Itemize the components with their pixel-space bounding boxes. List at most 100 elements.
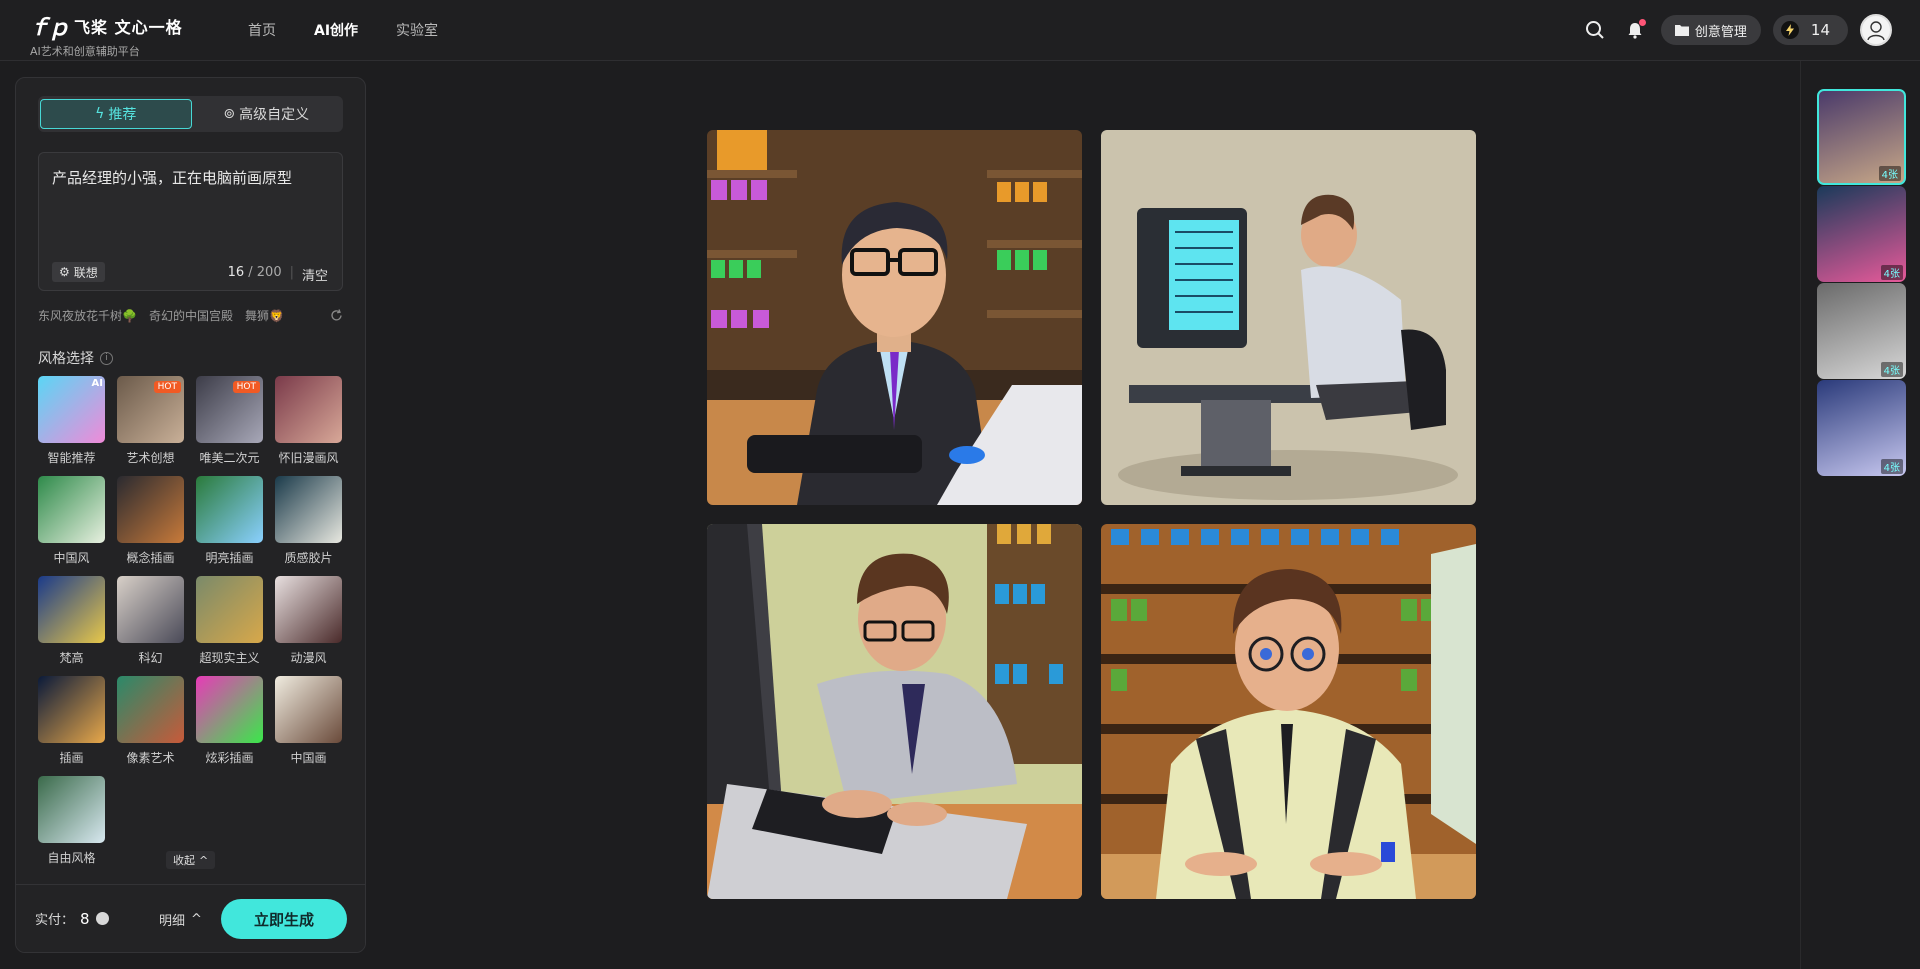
style-thumbnail: HOT [117,376,184,443]
style-option-bright[interactable]: 明亮插画 [196,476,263,566]
style-option-film[interactable]: 质感胶片 [275,476,342,566]
tab-recommend[interactable]: ϟ 推荐 [40,99,192,129]
sparkle-icon: ⚙ [59,265,70,279]
style-option-free[interactable]: 自由风格 [38,776,105,866]
style-section-header: 风格选择 i [38,348,113,368]
history-item[interactable]: 4张 [1817,89,1906,185]
credits-badge[interactable]: 14 [1772,15,1848,45]
style-thumbnail [275,676,342,743]
search-icon[interactable] [1581,16,1609,44]
creative-manage-label: 创意管理 [1694,24,1747,40]
style-thumbnail [117,476,184,543]
clear-button[interactable]: 清空 [302,265,328,284]
style-thumbnail: AI [38,376,105,443]
history-count: 4张 [1878,166,1901,181]
style-option-anime2d[interactable]: HOT 唯美二次元 [196,376,263,466]
history-sidebar: 4张 4张 4张 4张 [1800,61,1920,969]
suggestion-item[interactable]: 舞狮🦁 [245,307,284,324]
user-avatar[interactable] [1860,14,1892,46]
notification-dot [1638,19,1646,26]
style-option-van-gogh[interactable]: 梵高 [38,576,105,666]
style-thumbnail [38,676,105,743]
tab-advanced-label: 高级自定义 [239,107,310,123]
counter-values: 16 / 200 [228,265,282,284]
style-option-retro-comic[interactable]: 怀旧漫画风 [275,376,342,466]
result-image[interactable] [707,130,1082,505]
creative-manage-button[interactable]: 创意管理 [1660,15,1761,45]
counter-divider: | [289,265,294,280]
style-label: 质感胶片 [284,551,333,565]
generate-bar: 实付： 8 明细 ^ 立即生成 [16,884,365,952]
history-count: 4张 [1880,265,1903,280]
history-item[interactable]: 4张 [1817,283,1906,379]
chevron-up-icon: ^ [191,912,202,927]
style-label: 超现实主义 [199,651,260,665]
style-option-illustration[interactable]: 插画 [38,676,105,766]
style-thumbnail [117,576,184,643]
pay-amount: 实付： 8 [35,909,109,928]
style-label: 唯美二次元 [199,451,260,465]
result-image[interactable] [707,524,1082,899]
lightning-icon: ϟ [95,106,105,122]
style-option-pixel[interactable]: 像素艺术 [117,676,184,766]
header-actions: 创意管理 14 [1581,14,1892,46]
info-icon[interactable]: i [100,351,113,365]
style-label: 自由风格 [47,851,96,865]
notification-bell-icon[interactable] [1621,16,1649,44]
main-nav: 首页 AI创作 实验室 [248,20,438,40]
suggestion-item[interactable]: 东风夜放花千树🌳 [38,307,137,324]
tab-recommend-label: 推荐 [108,107,137,123]
style-option-anime[interactable]: 动漫风 [275,576,342,666]
style-option-art[interactable]: HOT 艺术创想 [117,376,184,466]
style-label: 炫彩插画 [205,751,254,765]
style-thumbnail: HOT [196,376,263,443]
logo-row: ｆｐ 飞桨 文心一格 [28,10,183,42]
style-thumbnail [117,676,184,743]
pay-label: 实付： [35,913,75,928]
history-item[interactable]: 4张 [1817,186,1906,282]
style-section-title: 风格选择 [38,351,94,367]
refresh-icon[interactable] [330,309,343,322]
style-label: 概念插画 [126,551,175,565]
suggestion-item[interactable]: 奇幻的中国宫殿 [149,307,233,324]
collapse-button[interactable]: 收起 ^ [166,851,216,869]
lightning-icon [1780,21,1799,39]
style-thumbnail [38,576,105,643]
generate-button[interactable]: 立即生成 [221,899,347,939]
style-label: 艺术创想 [126,451,175,465]
style-option-vivid[interactable]: 炫彩插画 [196,676,263,766]
pay-number: 8 [80,909,90,928]
nav-lab[interactable]: 实验室 [396,20,438,40]
nav-ai-create[interactable]: AI创作 [314,20,358,40]
history-count: 4张 [1880,459,1903,474]
style-thumbnail [196,676,263,743]
style-option-surreal[interactable]: 超现实主义 [196,576,263,666]
style-option-smart[interactable]: AI 智能推荐 [38,376,105,466]
associate-button[interactable]: ⚙ 联想 [52,262,105,282]
style-thumbnail [275,376,342,443]
style-option-scifi[interactable]: 科幻 [117,576,184,666]
detail-label: 明细 [159,914,186,929]
history-count: 4张 [1880,362,1903,377]
style-option-chinese-painting[interactable]: 中国画 [275,676,342,766]
history-item[interactable]: 4张 [1817,380,1906,476]
style-thumbnail [275,576,342,643]
app-logo[interactable]: ｆｐ 飞桨 文心一格 AI艺术和创意辅助平台 [28,10,183,59]
detail-toggle[interactable]: 明细 ^ [159,910,202,929]
style-option-chinese[interactable]: 中国风 [38,476,105,566]
result-image[interactable] [1101,524,1476,899]
prompt-input[interactable]: 产品经理的小强，正在电脑前画原型 ⚙ 联想 16 / 200 | 清空 [38,152,343,291]
style-thumbnail [275,476,342,543]
top-header: ｆｐ 飞桨 文心一格 AI艺术和创意辅助平台 首页 AI创作 实验室 创意管理 … [0,0,1920,61]
style-label: 插画 [59,751,84,765]
paddle-logo-icon: ｆｐ [28,15,70,41]
style-thumbnail [196,476,263,543]
prompt-text[interactable]: 产品经理的小强，正在电脑前画原型 [52,167,292,188]
associate-label: 联想 [73,265,98,280]
result-image[interactable] [1101,130,1476,505]
settings-icon: ⊚ [223,106,236,122]
tab-advanced-custom[interactable]: ⊚ 高级自定义 [192,99,342,129]
prompt-suggestions: 东风夜放花千树🌳 奇幻的中国宫殿 舞狮🦁 [38,307,343,324]
style-option-concept[interactable]: 概念插画 [117,476,184,566]
nav-home[interactable]: 首页 [248,20,276,40]
